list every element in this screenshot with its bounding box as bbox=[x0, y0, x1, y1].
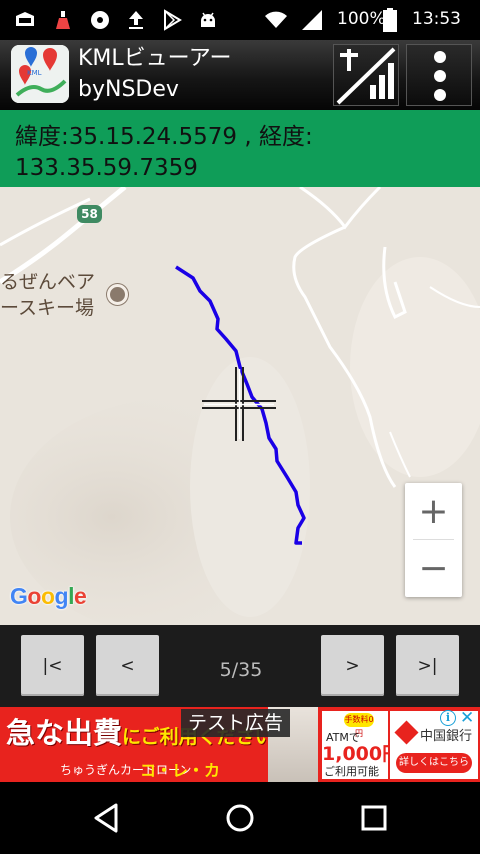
track-navigation-panel: |< < 5/35 > >| bbox=[0, 625, 480, 707]
app-title: KMLビューアー byNSDev bbox=[78, 43, 231, 105]
signal-slash-icon bbox=[336, 47, 396, 105]
app-bar: KML KMLビューアー byNSDev bbox=[0, 40, 480, 110]
google-attribution-logo: Google bbox=[10, 583, 87, 609]
signal-icon bbox=[302, 10, 322, 30]
next-point-button[interactable]: > bbox=[321, 635, 384, 696]
coordinates-line1: 緯度:35.15.24.5579 , 経度: bbox=[15, 124, 313, 150]
bank-logo-icon bbox=[394, 720, 419, 745]
zoom-out-button[interactable]: − bbox=[405, 540, 462, 597]
back-icon[interactable] bbox=[87, 798, 127, 838]
wifi-icon bbox=[265, 11, 287, 28]
test-ad-label: テスト広告 bbox=[181, 709, 291, 737]
ad-offer-line3: ご利用可能 bbox=[324, 765, 379, 778]
status-bar: 100% 13:53 bbox=[0, 0, 480, 40]
more-vert-icon bbox=[434, 51, 446, 101]
coordinates-banner: 緯度:35.15.24.5579 , 経度: 133.35.59.7359 bbox=[0, 110, 480, 187]
ad-close-icon[interactable]: ✕ bbox=[460, 709, 474, 727]
home-icon[interactable] bbox=[220, 798, 260, 838]
overflow-menu-button[interactable] bbox=[406, 44, 472, 106]
zoom-in-button[interactable]: + bbox=[405, 483, 462, 540]
point-position-indicator: 5/35 bbox=[219, 659, 263, 681]
map-view[interactable]: 58 るぜんベア ースキー場 Google + − bbox=[0, 187, 480, 625]
previous-point-button[interactable]: < bbox=[96, 635, 159, 696]
clock: 13:53 bbox=[412, 9, 461, 29]
app-title-line1: KMLビューアー bbox=[78, 46, 232, 71]
poi-label-line1: るぜんベア bbox=[0, 271, 96, 293]
cleaner-icon bbox=[56, 11, 70, 29]
ad-brand: コ・レ・カ bbox=[140, 761, 221, 780]
ad-headline-main: 急な出費 bbox=[6, 716, 123, 750]
coordinates-line2: 133.35.59.7359 bbox=[15, 155, 198, 181]
android-debug-icon bbox=[201, 12, 215, 27]
upload-icon bbox=[129, 11, 143, 29]
ad-info-icon[interactable]: i bbox=[440, 710, 456, 726]
play-store-icon bbox=[164, 9, 182, 31]
zoom-controls: + − bbox=[405, 483, 462, 597]
app-logo-icon: KML bbox=[11, 45, 69, 103]
disc-icon bbox=[91, 11, 109, 29]
app-title-line2: byNSDev bbox=[78, 77, 179, 102]
system-navigation-bar bbox=[0, 782, 480, 854]
battery-percent: 100% bbox=[337, 9, 386, 29]
ad-cta-button[interactable]: 詳しくはこちら bbox=[396, 753, 472, 773]
first-point-button[interactable]: |< bbox=[21, 635, 84, 696]
track-toggle-button[interactable] bbox=[333, 44, 399, 106]
last-point-button[interactable]: >| bbox=[396, 635, 459, 696]
recents-icon[interactable] bbox=[354, 798, 394, 838]
notification-app-icon bbox=[16, 12, 34, 26]
battery-icon bbox=[383, 8, 397, 32]
road-number-badge: 58 bbox=[77, 205, 102, 223]
poi-label-line2: ースキー場 bbox=[0, 297, 95, 319]
ad-offer-badge: 手数料0円 bbox=[344, 713, 374, 738]
svg-text:KML: KML bbox=[27, 69, 42, 77]
ad-offer-panel: 手数料0円 ATMで 1,000円 ご利用可能 bbox=[322, 711, 401, 779]
poi-marker-icon[interactable] bbox=[107, 284, 128, 305]
